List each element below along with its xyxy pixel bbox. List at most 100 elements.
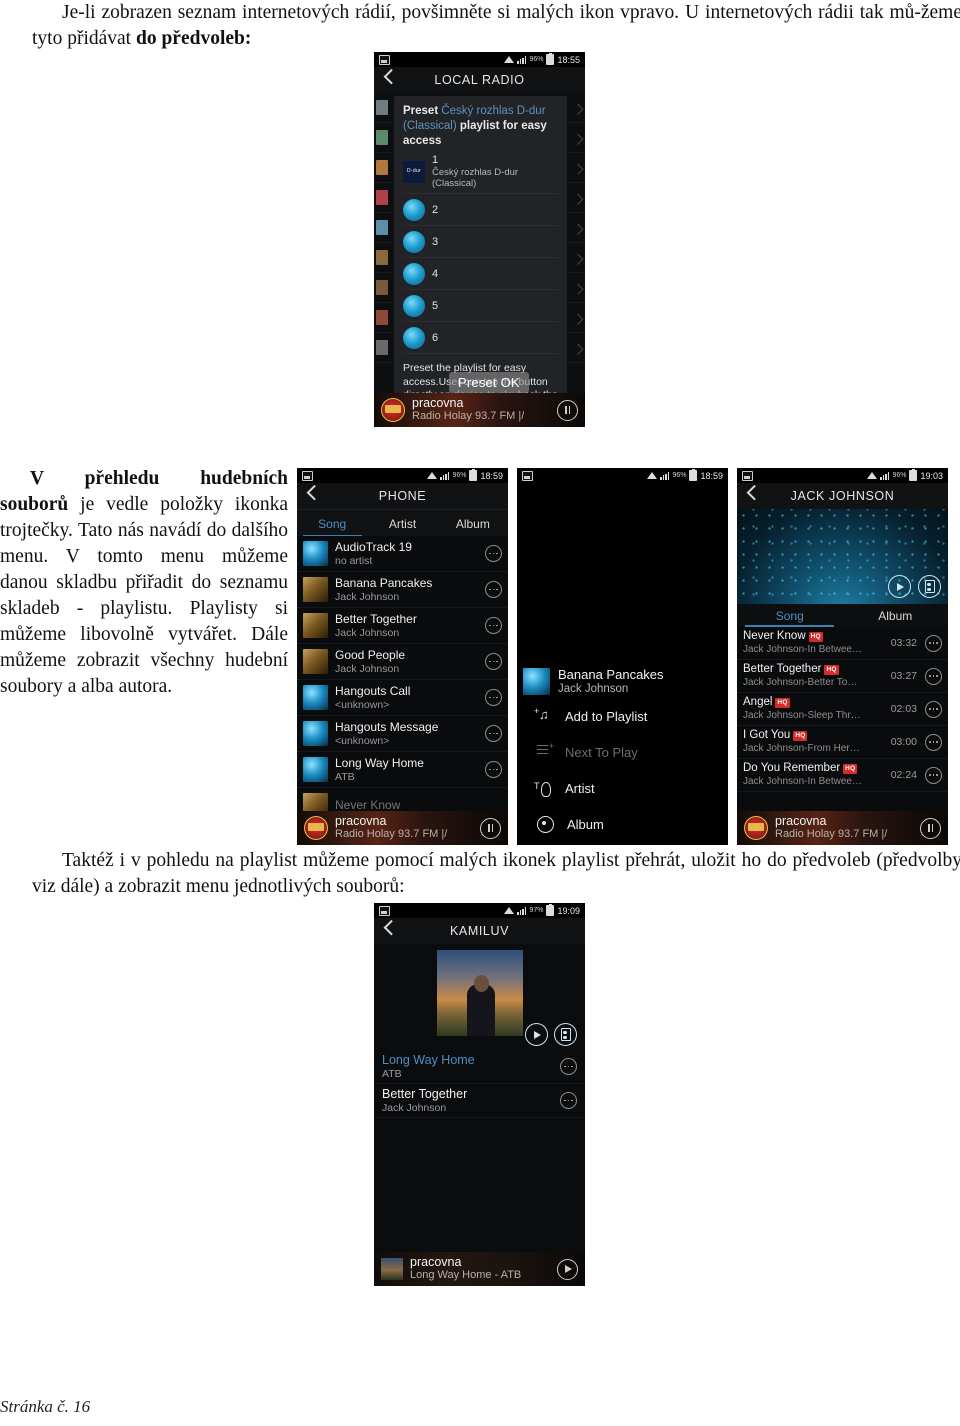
preset-slot-number: 1 bbox=[432, 154, 439, 166]
list-item[interactable]: Long Way Home ATB bbox=[297, 752, 508, 788]
tab-song[interactable]: Song bbox=[737, 604, 843, 627]
station-chip bbox=[376, 160, 388, 175]
status-right: 96% 19:03 bbox=[867, 469, 943, 481]
menu-item-add-to-playlist[interactable]: Add to Playlist bbox=[517, 698, 728, 734]
now-playing-title: pracovna bbox=[335, 815, 387, 829]
page-title: PHONE bbox=[378, 489, 427, 503]
now-playing-subtitle: Radio Holay 93.7 FM |/ bbox=[775, 828, 888, 841]
menu-item-artist[interactable]: Artist bbox=[517, 770, 728, 806]
more-options-icon[interactable] bbox=[485, 617, 502, 634]
more-options-icon[interactable] bbox=[485, 761, 502, 778]
preset-slot-number: 6 bbox=[432, 332, 439, 344]
more-options-icon[interactable] bbox=[485, 581, 502, 598]
pause-icon[interactable] bbox=[480, 817, 501, 839]
list-item[interactable]: Hangouts Message <unknown> bbox=[297, 716, 508, 752]
preset-slot[interactable]: 2 bbox=[403, 194, 558, 226]
pause-icon[interactable] bbox=[920, 817, 941, 839]
play-icon[interactable] bbox=[525, 1023, 548, 1046]
title-bar: PHONE bbox=[297, 483, 508, 510]
list-item[interactable]: Good People Jack Johnson bbox=[297, 644, 508, 680]
more-options-icon[interactable] bbox=[925, 733, 942, 751]
playlist-track-meta: Better Together Jack Johnson bbox=[382, 1087, 467, 1114]
tab-album[interactable]: Album bbox=[438, 510, 508, 537]
list-item[interactable]: Long Way Home ATB bbox=[374, 1050, 585, 1084]
preset-slot[interactable]: 4 bbox=[403, 258, 558, 290]
more-options-icon[interactable] bbox=[925, 766, 942, 784]
preset-slot[interactable]: 5 bbox=[403, 290, 558, 322]
song-artist: <unknown> bbox=[335, 698, 390, 711]
menu-item-label: Add to Playlist bbox=[565, 708, 648, 724]
cancel-button[interactable]: Cancel bbox=[517, 842, 728, 845]
playlist-cover-art bbox=[436, 950, 523, 1036]
now-playing-bar[interactable]: pracovna Radio Holay 93.7 FM |/ bbox=[737, 811, 948, 845]
station-chip bbox=[376, 220, 388, 235]
track-duration: 02:24 bbox=[890, 769, 917, 781]
now-playing-subtitle: Radio Holay 93.7 FM |/ bbox=[412, 410, 525, 423]
list-item[interactable]: Banana Pancakes Jack Johnson bbox=[297, 572, 508, 608]
list-item[interactable]: Better Together Jack Johnson bbox=[374, 1084, 585, 1118]
tab-song[interactable]: Song bbox=[297, 510, 367, 537]
play-icon[interactable] bbox=[888, 575, 911, 598]
tab-album[interactable]: Album bbox=[843, 604, 949, 627]
song-meta: Long Way Home ATB bbox=[335, 757, 424, 783]
more-options-icon[interactable] bbox=[485, 653, 502, 670]
tab-artist[interactable]: Artist bbox=[367, 510, 437, 537]
wifi-icon bbox=[427, 472, 438, 479]
now-playing-bar[interactable]: pracovna Long Way Home - ATB bbox=[374, 1252, 585, 1286]
preset-slot[interactable]: 1 Český rozhlas D-dur (Classical) bbox=[403, 149, 558, 194]
more-options-icon[interactable] bbox=[925, 700, 942, 718]
play-icon[interactable] bbox=[557, 1258, 578, 1280]
status-left bbox=[379, 54, 390, 65]
menu-item-next-to-play[interactable]: Next To Play bbox=[517, 734, 728, 770]
list-item[interactable]: Hangouts Call <unknown> bbox=[297, 680, 508, 716]
more-options-icon[interactable] bbox=[560, 1092, 577, 1109]
more-options-icon[interactable] bbox=[560, 1058, 577, 1075]
status-left bbox=[522, 470, 533, 481]
more-options-icon[interactable] bbox=[925, 667, 942, 685]
menu-item-album[interactable]: Album bbox=[517, 806, 728, 842]
station-chip bbox=[376, 340, 388, 355]
now-playing-bar[interactable]: pracovna Radio Holay 93.7 FM |/ bbox=[297, 811, 508, 845]
intro-paragraph: Je-li zobrazen seznam internetových rádi… bbox=[32, 0, 960, 52]
status-bar: 96% 18:55 bbox=[374, 52, 585, 67]
list-item[interactable]: Better Together Jack Johnson bbox=[297, 608, 508, 644]
preset-slot-number: 3 bbox=[432, 236, 439, 248]
signal-icon bbox=[517, 906, 527, 915]
track-title-row: Never Know HQ bbox=[743, 630, 887, 643]
hq-badge: HQ bbox=[843, 763, 858, 774]
track-title: Better Together bbox=[743, 663, 822, 676]
screenshot-phone-library: 96% 18:59 PHONE Song Artist Album AudioT… bbox=[297, 468, 508, 845]
track-title: Never Know bbox=[743, 630, 806, 643]
status-bar: 97% 19:09 bbox=[374, 903, 585, 918]
more-options-icon[interactable] bbox=[485, 725, 502, 742]
wifi-icon bbox=[504, 907, 515, 914]
now-playing-bar[interactable]: pracovna Radio Holay 93.7 FM |/ bbox=[374, 393, 585, 427]
more-options-icon[interactable] bbox=[485, 689, 502, 706]
table-row[interactable]: Never Know HQ Jack Johnson-In Betwee… 03:… bbox=[737, 627, 948, 660]
chevron-right-icon bbox=[572, 193, 584, 205]
song-artist: Jack Johnson bbox=[335, 662, 400, 675]
status-right: 96% 18:59 bbox=[427, 469, 503, 481]
title-bar: KAMILUV bbox=[374, 918, 585, 945]
track-duration: 02:03 bbox=[890, 703, 917, 715]
table-row[interactable]: Angel HQ Jack Johnson-Sleep Thr… 02:03 bbox=[737, 693, 948, 726]
table-row[interactable]: Better Together HQ Jack Johnson-Better To… bbox=[737, 660, 948, 693]
song-title: AudioTrack 19 bbox=[335, 540, 412, 554]
track-meta: Never Know HQ Jack Johnson-In Betwee… bbox=[743, 630, 887, 656]
album-art bbox=[303, 577, 328, 602]
battery-icon bbox=[546, 53, 555, 65]
more-options-icon[interactable] bbox=[485, 545, 502, 562]
preset-slot-number: 2 bbox=[432, 204, 439, 216]
preset-slot[interactable]: 6 bbox=[403, 322, 558, 354]
intro-paragraph-bold: do předvoleb: bbox=[135, 28, 252, 49]
song-title: Hangouts Call bbox=[335, 684, 411, 698]
list-item[interactable]: AudioTrack 19 no artist bbox=[297, 536, 508, 572]
table-row[interactable]: I Got You HQ Jack Johnson-From Her… 03:00 bbox=[737, 726, 948, 759]
device-icon[interactable] bbox=[554, 1023, 577, 1046]
table-row[interactable]: Do You Remember HQ Jack Johnson-In Betwee… bbox=[737, 759, 948, 792]
preset-slot[interactable]: 3 bbox=[403, 226, 558, 258]
device-icon[interactable] bbox=[918, 575, 941, 598]
playlist-track-artist: ATB bbox=[382, 1068, 402, 1080]
pause-icon[interactable] bbox=[557, 399, 578, 421]
more-options-icon[interactable] bbox=[925, 634, 942, 652]
